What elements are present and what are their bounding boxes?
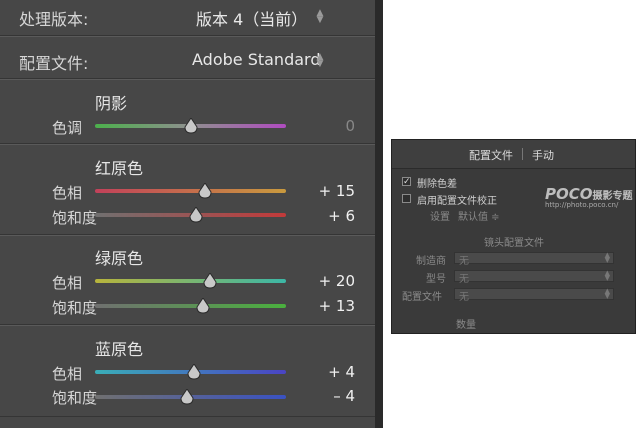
blue-hue-value[interactable]: + 4 [328,363,355,381]
green-hue-slider-track[interactable] [95,279,286,283]
tab-divider [522,148,523,160]
panel-edge [375,0,383,428]
stepper-icon: ▲ ▼ [604,269,610,282]
make-label: 制造商 [416,256,446,267]
profile-label: 配置文件: [19,54,89,73]
blue-saturation-label: 饱和度 [52,389,98,407]
green-hue-slider-thumb[interactable] [203,273,217,289]
blue-saturation-value[interactable]: – 4 [333,387,355,405]
green-primary-group-title: 绿原色 [95,249,144,268]
lens-profile-header: 镜头配置文件 [484,238,544,249]
camera-calibration-panel: 处理版本: 版本 4（当前） ▲ ▼ 配置文件: Adobe Standard ▲… [0,0,375,428]
divider [0,79,375,80]
poco-watermark: POCO摄影专题 http://photo.poco.cn/ [545,184,633,209]
red-hue-label: 色相 [52,184,83,202]
stepper-icon: ▲ ▼ [604,287,610,300]
divider [0,36,375,37]
profile-value[interactable]: Adobe Standard [192,50,320,69]
process-version-value[interactable]: 版本 4（当前） [196,6,307,30]
blue-hue-label: 色相 [52,365,83,383]
green-saturation-label: 饱和度 [52,299,98,317]
divider [0,325,375,326]
watermark-url: http://photo.poco.cn/ [545,201,619,209]
red-hue-slider-track[interactable] [95,189,286,193]
stepper-icon: ▲ ▼ [604,251,610,264]
setup-dropdown[interactable]: 默认值 ≑ [458,208,500,223]
green-saturation-slider-thumb[interactable] [196,298,210,314]
green-hue-label: 色相 [52,274,83,292]
red-primary-group-title: 红原色 [95,159,144,178]
profile-stepper-icon[interactable]: ▲ ▼ [315,53,325,69]
shadows-tint-value[interactable]: 0 [345,117,355,135]
blue-saturation-slider-thumb[interactable] [180,389,194,405]
model-select[interactable]: 无 ▲ ▼ [454,269,614,285]
blue-hue-slider-thumb[interactable] [187,364,201,380]
red-saturation-slider-thumb[interactable] [189,207,203,223]
blue-primary-group-title: 蓝原色 [95,340,144,359]
process-version-label: 处理版本: [19,10,89,29]
model-label: 型号 [426,274,446,285]
green-saturation-slider-track[interactable] [95,304,286,308]
model-select-value: 无 [459,274,469,285]
red-hue-value[interactable]: + 15 [319,182,355,200]
remove-chromatic-aberration-label: 删除色差 [417,179,457,190]
profile-field-label: 配置文件 [402,292,442,303]
amount-header: 数量 [456,320,476,331]
divider [0,235,375,236]
enable-profile-corrections-checkbox[interactable] [402,194,411,203]
process-version-stepper-icon[interactable]: ▲ ▼ [315,9,325,25]
divider [0,144,375,145]
red-saturation-label: 饱和度 [52,209,98,227]
divider [0,416,375,417]
red-saturation-value[interactable]: + 6 [328,207,355,225]
tab-bar: 配置文件 手动 [392,140,635,169]
red-hue-slider-thumb[interactable] [198,183,212,199]
shadows-tint-label: 色调 [52,119,83,137]
shadows-tint-slider-thumb[interactable] [183,118,198,134]
shadows-group-title: 阴影 [95,94,128,113]
profile-select-value: 无 [459,292,469,303]
enable-profile-corrections-label: 启用配置文件校正 [417,196,497,207]
make-select[interactable]: 无 ▲ ▼ [454,251,614,267]
remove-chromatic-aberration-checkbox[interactable]: ✓ [402,177,411,187]
tab-manual[interactable]: 手动 [532,147,554,163]
profile-select[interactable]: 无 ▲ ▼ [454,287,614,303]
green-hue-value[interactable]: + 20 [319,272,355,290]
green-saturation-value[interactable]: + 13 [319,297,355,315]
setup-label: 设置 [430,212,450,223]
make-select-value: 无 [459,256,469,267]
tab-profile[interactable]: 配置文件 [469,147,513,163]
lens-corrections-panel: 配置文件 手动 ✓ 删除色差 启用配置文件校正 设置 默认值 ≑ POCO摄影专… [391,139,636,334]
